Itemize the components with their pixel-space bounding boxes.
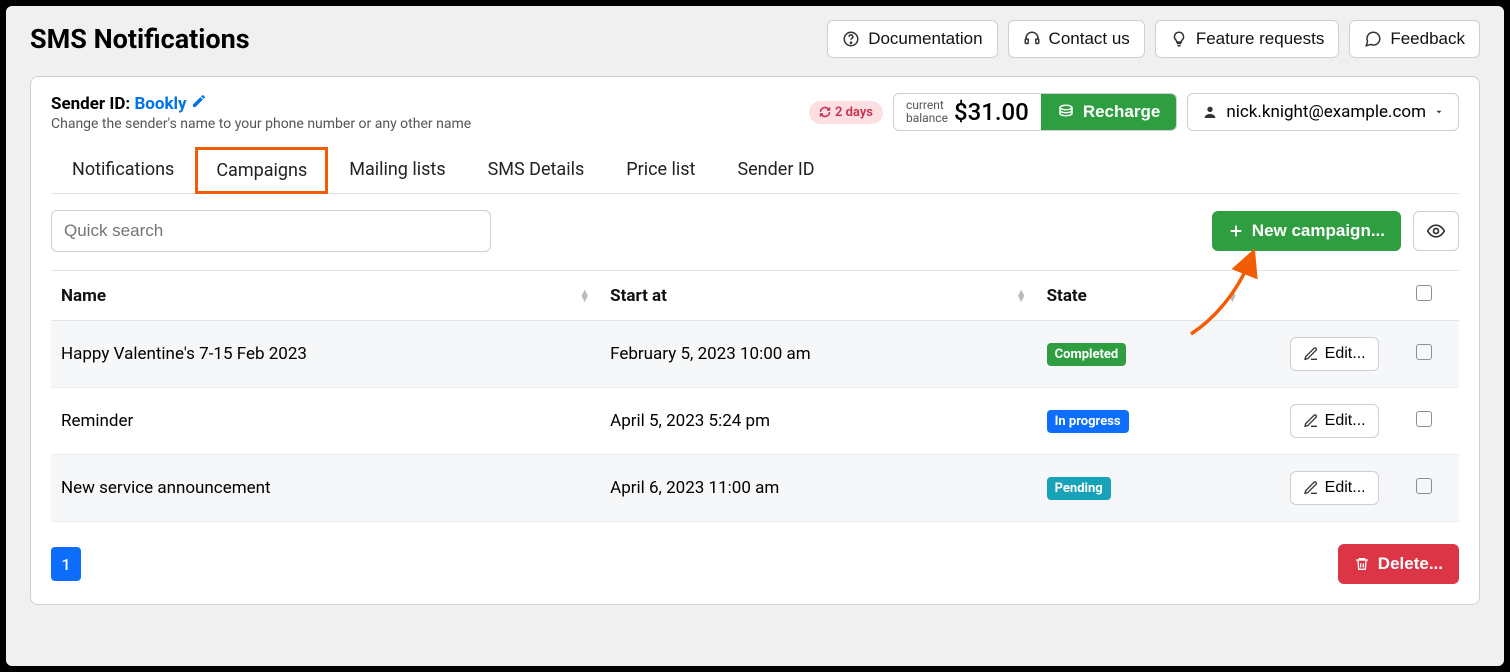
user-menu[interactable]: nick.knight@example.com [1187,93,1459,131]
edit-label: Edit... [1325,479,1366,497]
col-start[interactable]: Start at▲▼ [600,271,1036,321]
sort-icon: ▲▼ [1227,290,1238,302]
eye-icon [1426,221,1446,241]
main-card: Sender ID: Bookly Change the sender's na… [30,76,1480,605]
tab-sms-details[interactable]: SMS Details [467,146,606,193]
state-badge: In progress [1047,410,1129,433]
caret-down-icon [1434,107,1444,117]
cell-start: April 6, 2023 11:00 am [600,455,1036,522]
cell-name: New service announcement [51,455,600,522]
documentation-label: Documentation [868,29,982,49]
state-badge: Pending [1047,477,1111,500]
top-button-bar: Documentation Contact us Feature request… [827,20,1480,58]
col-state[interactable]: State▲▼ [1037,271,1248,321]
edit-icon [1303,346,1319,362]
table-row: Reminder April 5, 2023 5:24 pm In progre… [51,388,1459,455]
tabs: Notifications Campaigns Mailing lists SM… [51,146,1459,194]
cell-start: April 5, 2023 5:24 pm [600,388,1036,455]
feedback-button[interactable]: Feedback [1349,20,1480,58]
tab-price-list[interactable]: Price list [605,146,716,193]
tab-notifications[interactable]: Notifications [51,146,195,193]
user-email: nick.knight@example.com [1226,102,1426,122]
sort-icon: ▲▼ [579,290,590,302]
cell-name: Reminder [51,388,600,455]
recharge-label: Recharge [1083,102,1160,122]
days-badge: 2 days [809,101,883,124]
coins-icon [1057,103,1075,121]
sender-block: Sender ID: Bookly Change the sender's na… [51,93,471,132]
documentation-button[interactable]: Documentation [827,20,997,58]
trash-icon [1354,556,1370,572]
edit-icon [1303,480,1319,496]
tab-sender-id[interactable]: Sender ID [716,146,835,193]
feature-label: Feature requests [1196,29,1325,49]
new-campaign-button[interactable]: New campaign... [1212,211,1401,251]
balance-label: current balance [894,99,954,124]
refresh-icon [819,106,831,118]
lightbulb-icon [1170,30,1188,48]
edit-icon [1303,413,1319,429]
contact-button[interactable]: Contact us [1008,20,1145,58]
days-badge-text: 2 days [835,105,873,120]
delete-label: Delete... [1378,554,1443,574]
user-icon [1202,104,1218,120]
contact-label: Contact us [1049,29,1130,49]
sort-icon: ▲▼ [1016,290,1027,302]
select-all-checkbox[interactable] [1416,285,1432,301]
edit-label: Edit... [1325,345,1366,363]
sender-id-link[interactable]: Bookly [134,94,186,114]
feedback-label: Feedback [1390,29,1465,49]
table-row: Happy Valentine's 7-15 Feb 2023 February… [51,321,1459,388]
edit-label: Edit... [1325,412,1366,430]
headset-icon [1023,30,1041,48]
plus-icon [1228,223,1244,239]
tab-campaigns[interactable]: Campaigns [195,147,328,194]
col-name[interactable]: Name▲▼ [51,271,600,321]
cell-start: February 5, 2023 10:00 am [600,321,1036,388]
campaigns-table: Name▲▼ Start at▲▼ State▲▼ Happy Valentin… [51,270,1459,522]
table-row: New service announcement April 6, 2023 1… [51,455,1459,522]
edit-button[interactable]: Edit... [1290,471,1379,505]
chat-icon [1364,30,1382,48]
feature-requests-button[interactable]: Feature requests [1155,20,1340,58]
search-box [51,210,491,252]
help-circle-icon [842,30,860,48]
new-campaign-label: New campaign... [1252,221,1385,241]
edit-button[interactable]: Edit... [1290,404,1379,438]
page-title: SMS Notifications [30,23,250,55]
cell-name: Happy Valentine's 7-15 Feb 2023 [51,321,600,388]
row-checkbox[interactable] [1416,478,1432,494]
recharge-button[interactable]: Recharge [1041,94,1176,130]
tab-mailing-lists[interactable]: Mailing lists [328,146,466,193]
balance-amount: $31.00 [954,98,1041,126]
search-input[interactable] [51,210,491,252]
edit-sender-icon[interactable] [191,94,207,114]
sender-id-label: Sender ID: [51,94,130,114]
page-1-button[interactable]: 1 [51,547,81,581]
columns-visibility-button[interactable] [1413,211,1459,251]
edit-button[interactable]: Edit... [1290,337,1379,371]
row-checkbox[interactable] [1416,411,1432,427]
row-checkbox[interactable] [1416,344,1432,360]
state-badge: Completed [1047,343,1127,366]
balance-box: current balance $31.00 Recharge [893,93,1177,131]
delete-button[interactable]: Delete... [1338,544,1459,584]
sender-desc: Change the sender's name to your phone n… [51,116,471,132]
